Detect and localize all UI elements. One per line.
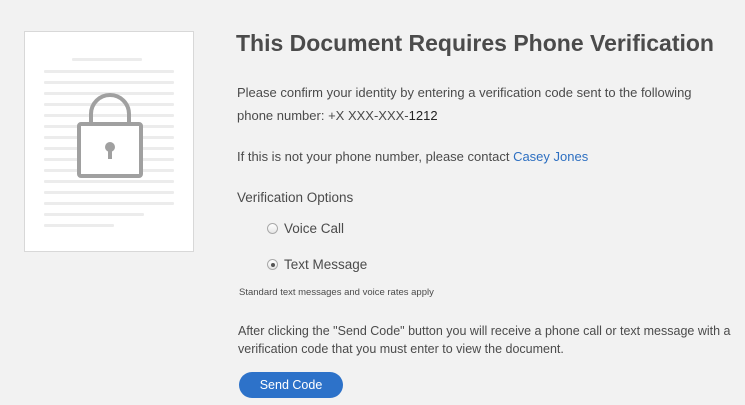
contact-prefix: If this is not your phone number, please… xyxy=(237,149,514,164)
text-message-label: Text Message xyxy=(284,257,368,272)
contact-line: If this is not your phone number, please… xyxy=(237,149,588,164)
lock-icon xyxy=(77,93,143,178)
text-message-radio[interactable] xyxy=(267,259,278,270)
phone-verification-page: This Document Requires Phone Verificatio… xyxy=(0,0,745,405)
rates-note: Standard text messages and voice rates a… xyxy=(239,287,434,298)
voice-call-option[interactable]: Voice Call xyxy=(267,221,344,236)
contact-link[interactable]: Casey Jones xyxy=(513,149,588,164)
send-code-instructions: After clicking the "Send Code" button yo… xyxy=(238,324,731,356)
instructions-text: Please confirm your identity by entering… xyxy=(237,81,727,127)
verification-options-heading: Verification Options xyxy=(237,190,354,205)
page-title: This Document Requires Phone Verificatio… xyxy=(236,30,714,56)
voice-call-radio[interactable] xyxy=(267,223,278,234)
phone-last-digits: 1212 xyxy=(408,108,438,123)
text-message-option[interactable]: Text Message xyxy=(267,257,367,272)
instructions-body: Please confirm your identity by entering… xyxy=(237,85,692,123)
send-code-button[interactable]: Send Code xyxy=(239,372,343,398)
voice-call-label: Voice Call xyxy=(284,221,345,236)
document-icon xyxy=(24,31,194,252)
